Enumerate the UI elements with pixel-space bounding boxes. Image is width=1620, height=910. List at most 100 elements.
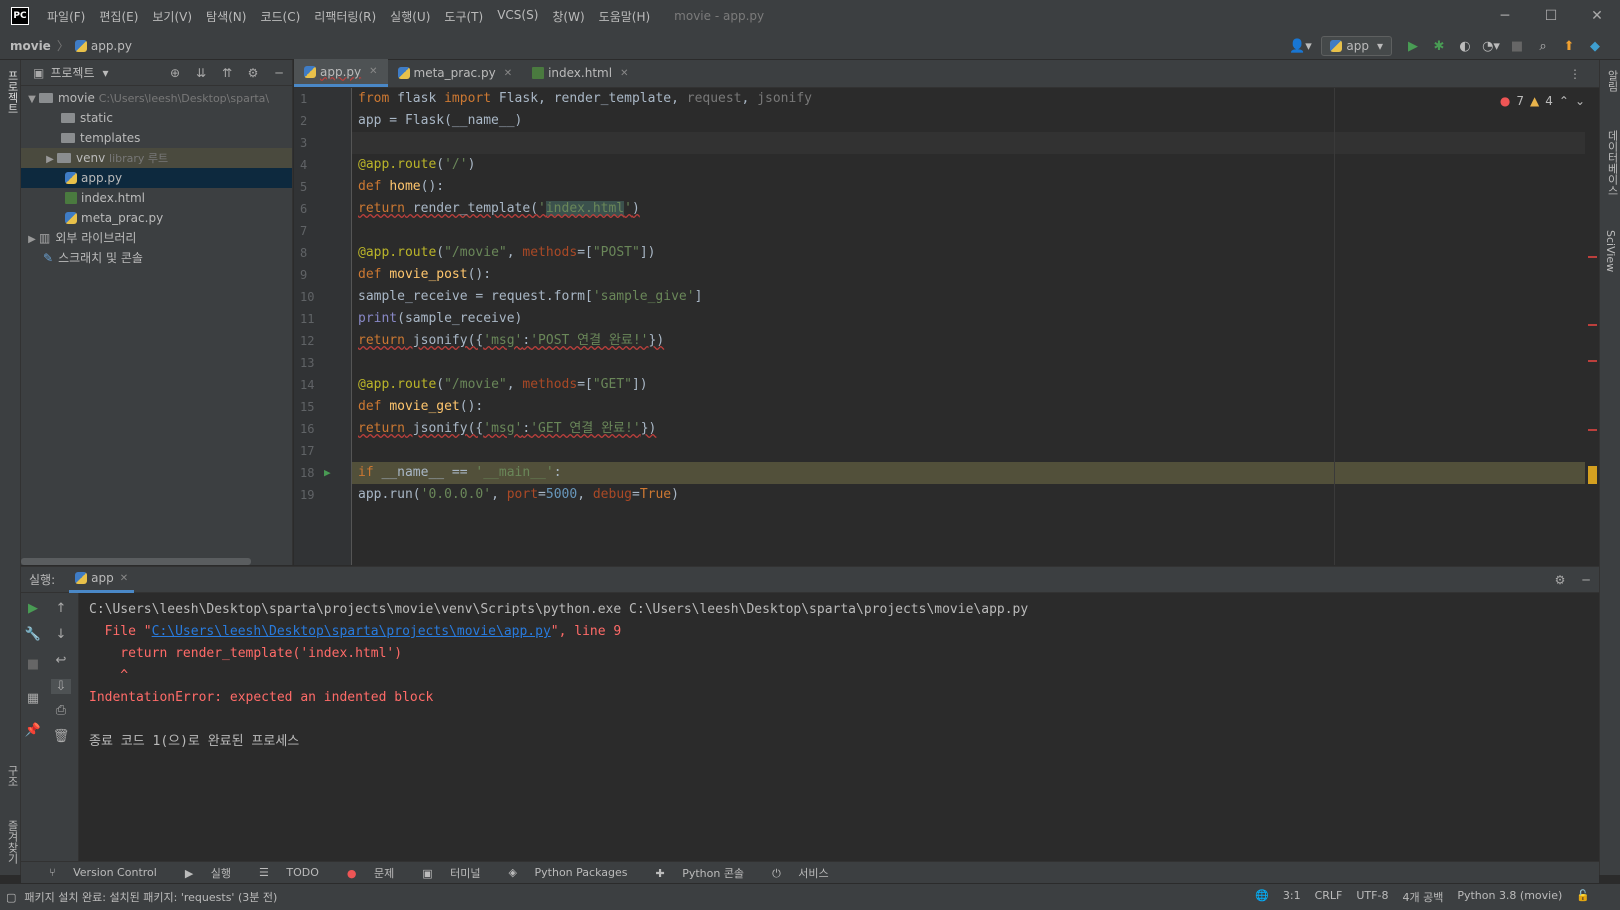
close-icon[interactable]: ✕ [369,66,377,77]
inspection-widget[interactable]: ● 7 ▲ 4 ⌃ ⌄ [1500,94,1585,108]
menu-help[interactable]: 도움말(H) [599,8,651,25]
tree-item-venv[interactable]: ▶ venv library 루트 [21,148,292,168]
hide-icon[interactable]: ─ [1573,573,1599,587]
code-area[interactable]: from flask import Flask, render_template… [352,88,1599,565]
indent-setting[interactable]: 4개 공백 [1402,889,1443,905]
horizontal-scrollbar[interactable] [21,558,251,565]
tool-tab-version-control[interactable]: ⑂ Version Control [35,866,157,879]
tool-tab-terminal[interactable]: ▣ 터미널 [408,865,480,881]
coverage-icon[interactable]: ◐ [1452,39,1478,54]
hide-icon[interactable]: ─ [266,66,292,80]
search-icon[interactable]: ⌕ [1530,39,1556,54]
wrench-icon[interactable]: 🔧 [23,627,43,642]
menu-code[interactable]: 코드(C) [260,8,300,25]
tree-item-templates[interactable]: templates [21,128,292,148]
python-interpreter[interactable]: Python 3.8 (movie) [1457,889,1562,905]
menu-tools[interactable]: 도구(T) [444,8,483,25]
error-marker[interactable] [1588,256,1597,258]
notifications-tool-tab[interactable]: 알림 [1604,70,1620,92]
database-tool-tab[interactable]: 데이터베이스 [1604,130,1620,196]
pin-icon[interactable]: 📌 [23,723,43,738]
run-gutter-icon[interactable]: ▶ [324,462,331,484]
trash-icon[interactable]: 🗑 [51,729,71,744]
status-message[interactable]: 패키지 설치 완료: 설치된 패키지: 'requests' (3분 전) [24,889,277,905]
bookmarks-tool-tab[interactable]: 즐겨찾기 [4,820,20,864]
tool-tab-problems[interactable]: ● 문제 [333,865,394,881]
lock-icon[interactable]: 🔓 [1576,889,1590,905]
menu-run[interactable]: 실행(U) [390,8,430,25]
tab-app-py[interactable]: app.py ✕ [294,59,388,87]
run-icon[interactable]: ▶ [1400,39,1426,54]
menu-vcs[interactable]: VCS(S) [497,8,538,25]
error-marker[interactable] [1588,360,1597,362]
locate-icon[interactable]: ⊕ [162,66,188,80]
tab-meta-prac-py[interactable]: meta_prac.py ✕ [388,59,523,87]
menu-view[interactable]: 보기(V) [152,8,192,25]
menu-edit[interactable]: 편집(E) [99,8,138,25]
status-toggle-icon[interactable]: ▢ [6,891,16,904]
tree-item-static[interactable]: static [21,108,292,128]
minimize-icon[interactable]: ─ [1482,0,1528,32]
scroll-to-end-icon[interactable]: ⇩ [51,679,71,694]
project-tool-tab[interactable]: 프로젝트 [4,70,20,114]
chevron-down-icon[interactable]: ⌄ [1575,94,1585,108]
warning-marker[interactable] [1588,466,1597,484]
arrow-down-icon[interactable]: ↓ [51,627,71,642]
close-icon[interactable]: ✕ [504,68,512,79]
cursor-position[interactable]: 3:1 [1283,889,1301,905]
tree-item-index-html[interactable]: index.html [21,188,292,208]
console-output[interactable]: C:\Users\leesh\Desktop\sparta\projects\m… [89,599,1599,753]
menu-file[interactable]: 파일(F) [47,8,85,25]
rerun-icon[interactable]: ▶ [23,601,43,616]
tool-tab-todo[interactable]: ☰ TODO [245,866,319,879]
chevron-down-icon[interactable]: ▾ [103,66,109,80]
globe-icon[interactable]: 🌐 [1255,889,1269,905]
gear-icon[interactable]: ⚙ [1547,573,1573,587]
tool-tab-python-console[interactable]: ✚ Python 콘솔 [641,865,744,881]
soft-wrap-icon[interactable]: ↩ [51,653,71,668]
sciview-tool-tab[interactable]: SciView [1604,230,1617,272]
jetbrains-icon[interactable]: ◆ [1582,39,1608,54]
gear-icon[interactable]: ⚙ [240,66,266,80]
chevron-up-icon[interactable]: ⌃ [1559,94,1569,108]
layout-icon[interactable]: ▦ [23,691,43,706]
profile-icon[interactable]: ◔▾ [1478,39,1504,54]
menu-navigate[interactable]: 탐색(N) [206,8,246,25]
maximize-icon[interactable]: ☐ [1528,0,1574,32]
collapse-all-icon[interactable]: ⇈ [214,66,240,80]
error-marker[interactable] [1588,324,1597,326]
close-icon[interactable]: ✕ [1574,0,1620,32]
arrow-up-icon[interactable]: ↑ [51,601,71,616]
tree-item-meta-prac-py[interactable]: meta_prac.py [21,208,292,228]
expand-all-icon[interactable]: ⇊ [188,66,214,80]
breadcrumb-file[interactable]: app.py [91,39,132,53]
error-stripe[interactable] [1585,88,1599,565]
menu-window[interactable]: 창(W) [552,8,584,25]
console-file-link[interactable]: C:\Users\leesh\Desktop\sparta\projects\m… [152,624,551,639]
debug-icon[interactable]: ✱ [1426,39,1452,54]
breadcrumb-project[interactable]: movie [10,39,51,53]
chevron-right-icon[interactable]: ▶ [25,230,39,250]
error-marker[interactable] [1588,429,1597,431]
close-icon[interactable]: ✕ [120,573,128,584]
more-icon[interactable]: ⋮ [1569,67,1581,81]
line-separator[interactable]: CRLF [1315,889,1343,905]
stop-icon[interactable]: ■ [23,657,43,672]
file-encoding[interactable]: UTF-8 [1356,889,1388,905]
run-tab-app[interactable]: app ✕ [69,567,135,593]
user-icon[interactable]: 👤▾ [1287,39,1313,54]
structure-tool-tab[interactable]: 구조 [4,765,20,787]
stop-icon[interactable]: ■ [1504,39,1530,54]
tree-item-root[interactable]: ▼ movie C:\Users\leesh\Desktop\sparta\ [21,88,292,108]
tab-index-html[interactable]: index.html ✕ [522,59,638,87]
close-icon[interactable]: ✕ [620,68,628,79]
tool-tab-run[interactable]: ▶ 실행 [171,865,231,881]
chevron-right-icon[interactable]: ▶ [43,150,57,170]
tree-item-external-libraries[interactable]: ▶ ▥ 외부 라이브러리 [21,228,292,248]
run-config-select[interactable]: app ▾ [1321,36,1392,56]
update-icon[interactable]: ⬆ [1556,39,1582,54]
chevron-down-icon[interactable]: ▼ [25,90,39,110]
print-icon[interactable]: ⎙ [51,703,71,718]
tree-item-scratches[interactable]: ✎ 스크래치 및 콘솔 [21,248,292,268]
tree-item-app-py[interactable]: app.py [21,168,292,188]
